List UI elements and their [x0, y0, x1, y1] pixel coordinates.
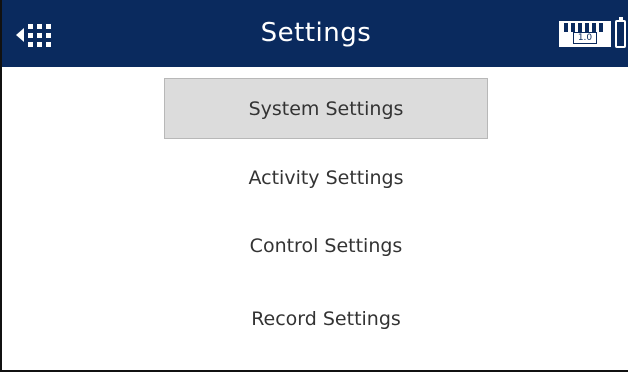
menu-item-record-settings[interactable]: Record Settings: [164, 289, 488, 350]
scale-meter-icon: 1.0: [559, 21, 611, 47]
title-bar: Settings 1.0: [2, 0, 628, 67]
menu-item-system-settings[interactable]: System Settings: [164, 78, 488, 139]
menu-item-control-settings[interactable]: Control Settings: [164, 216, 488, 277]
device-screen: Settings 1.0 System Settings Activity Se…: [0, 0, 628, 372]
page-title: Settings: [260, 18, 372, 48]
meter-value: 1.0: [573, 32, 597, 44]
battery-icon: [615, 17, 626, 48]
status-area: 1.0: [559, 17, 626, 48]
menu-item-activity-settings[interactable]: Activity Settings: [164, 148, 488, 209]
